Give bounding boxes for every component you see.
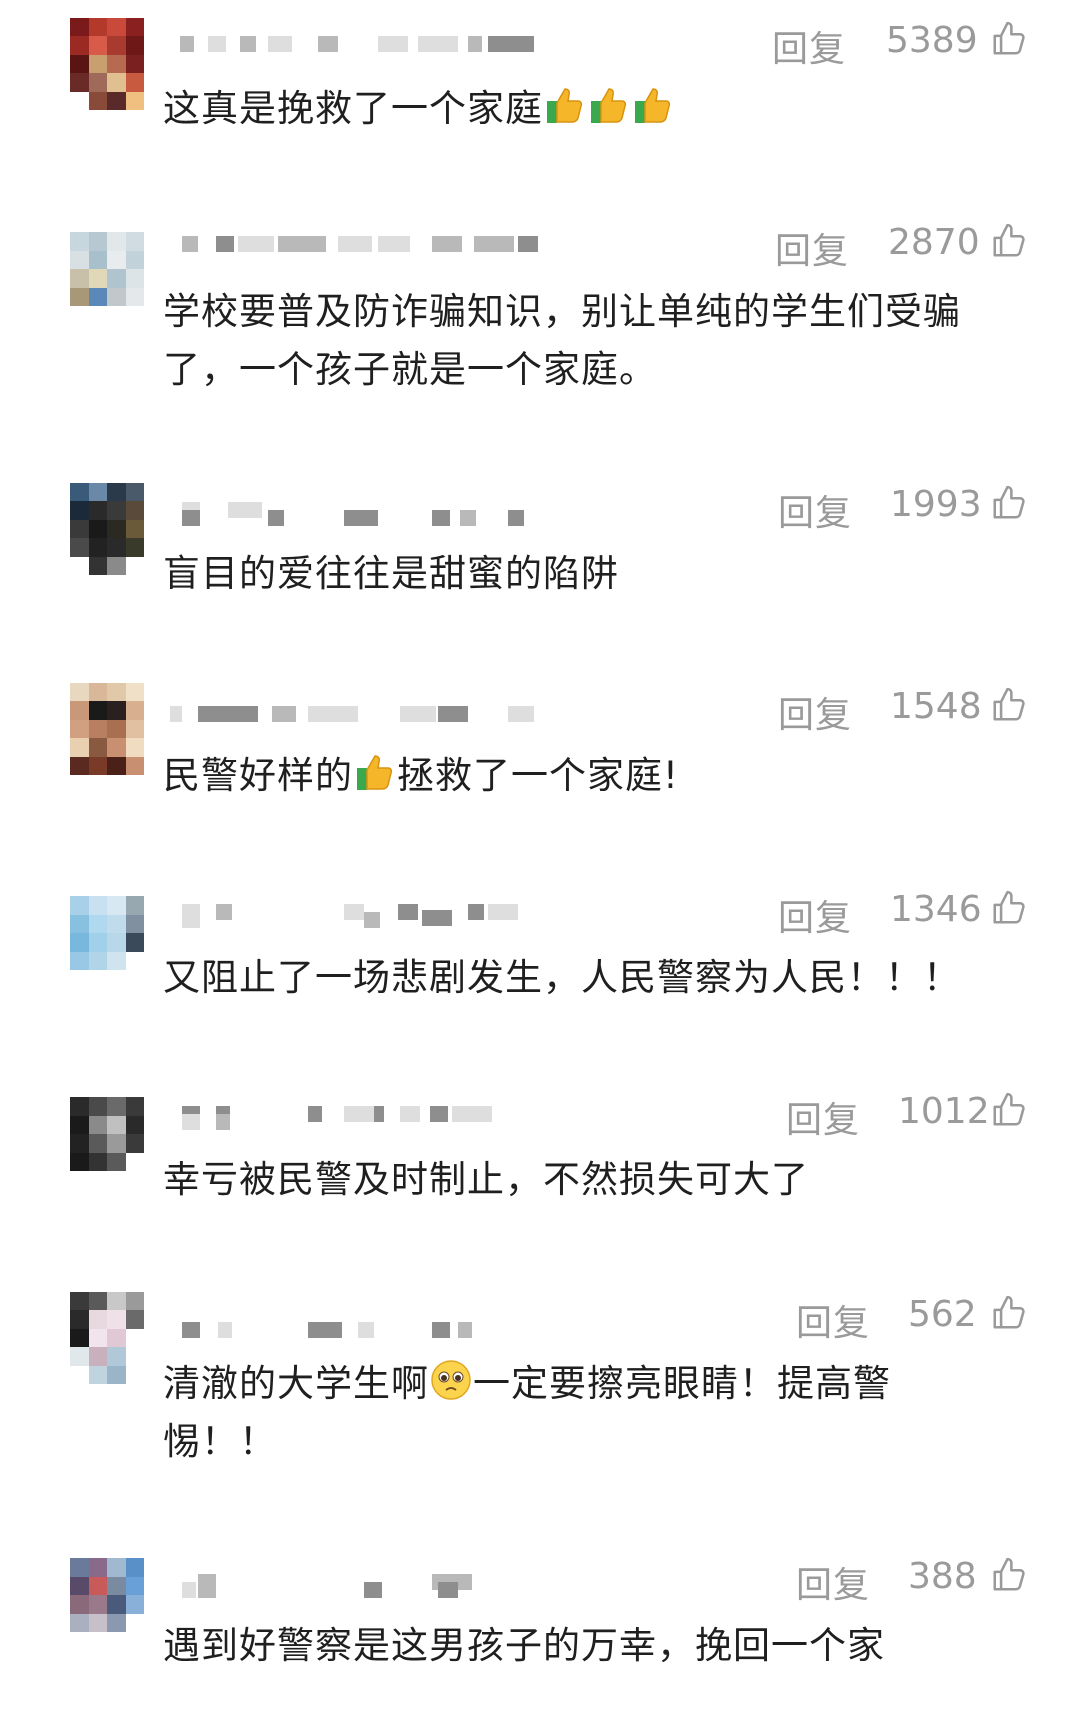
thumbs-up-icon[interactable] <box>990 20 1028 58</box>
comment-text-body: 又阻止了一场悲剧发生，人民警察为人民！！！ <box>163 956 961 999</box>
comment-text-body: 幸亏被民警及时制止，不然损失可大了 <box>163 1158 809 1201</box>
avatar[interactable] <box>70 18 144 110</box>
reply-button[interactable]: 回复 <box>772 20 846 72</box>
thumbs-up-icon <box>591 88 627 123</box>
username-blurred[interactable] <box>168 30 534 56</box>
avatar[interactable] <box>70 1558 144 1632</box>
username-blurred[interactable] <box>168 230 538 256</box>
thumbs-up-icon <box>357 755 393 790</box>
avatar[interactable] <box>70 683 144 775</box>
thumbs-up-icon[interactable] <box>990 686 1028 724</box>
pleading-face-icon <box>431 1360 471 1400</box>
username-blurred[interactable] <box>168 1308 528 1338</box>
username-blurred[interactable] <box>168 1568 528 1598</box>
reply-button[interactable]: 回复 <box>778 484 852 536</box>
thumbs-up-icon <box>547 88 583 123</box>
comment-text: 遇到好警察是这男孩子的万幸，挽回一个家 <box>163 1617 1033 1675</box>
like-count: 388 <box>908 1556 977 1597</box>
reply-button[interactable]: 回复 <box>796 1556 870 1608</box>
comment-text-body: 民警好样的 <box>163 754 353 797</box>
comment-text: 盲目的爱往往是甜蜜的陷阱 <box>163 545 1033 603</box>
comment-text-body: 学校要普及防诈骗知识，别让单纯的学生们受骗了，一个孩子就是一个家庭。 <box>163 290 961 391</box>
reply-button[interactable]: 回复 <box>796 1294 870 1346</box>
comment-text: 幸亏被民警及时制止，不然损失可大了 <box>163 1151 1033 1209</box>
thumbs-up-icon[interactable] <box>990 484 1028 522</box>
like-count: 1012 <box>898 1091 990 1132</box>
comment-text: 又阻止了一场悲剧发生，人民警察为人民！！！ <box>163 949 1033 1007</box>
username-blurred[interactable] <box>168 898 528 928</box>
comment-text-body: 清澈的大学生啊 <box>163 1362 429 1405</box>
thumbs-up-icon[interactable] <box>990 1556 1028 1594</box>
thumbs-up-icon[interactable] <box>990 1294 1028 1332</box>
reply-button[interactable]: 回复 <box>778 889 852 941</box>
comment-text-body: 盲目的爱往往是甜蜜的陷阱 <box>163 552 619 595</box>
username-blurred[interactable] <box>168 1100 528 1130</box>
thumbs-up-icon[interactable] <box>990 222 1028 260</box>
avatar[interactable] <box>70 483 144 575</box>
thumbs-up-icon <box>635 88 671 123</box>
comment-text: 这真是挽救了一个家庭 <box>163 80 1033 138</box>
like-count: 562 <box>908 1294 977 1335</box>
username-blurred[interactable] <box>168 496 528 526</box>
reply-button[interactable]: 回复 <box>775 222 849 274</box>
like-count: 2870 <box>888 222 980 263</box>
comment-text: 清澈的大学生啊 一定要擦亮眼睛！提高警惕！！ <box>163 1355 963 1471</box>
reply-button[interactable]: 回复 <box>778 686 852 738</box>
thumbs-up-icon[interactable] <box>990 889 1028 927</box>
reply-button[interactable]: 回复 <box>786 1091 860 1143</box>
like-count: 1346 <box>890 889 982 930</box>
comment-text-tail: 拯救了一个家庭! <box>397 754 679 797</box>
comment-text-body: 这真是挽救了一个家庭 <box>163 87 543 130</box>
comment-text-body: 遇到好警察是这男孩子的万幸，挽回一个家 <box>163 1624 885 1667</box>
username-blurred[interactable] <box>168 700 534 726</box>
comment-text: 民警好样的 拯救了一个家庭! <box>163 747 1033 805</box>
like-count: 1993 <box>890 484 982 525</box>
avatar[interactable] <box>70 1292 144 1384</box>
comment-text: 学校要普及防诈骗知识，别让单纯的学生们受骗了，一个孩子就是一个家庭。 <box>163 283 1023 399</box>
avatar[interactable] <box>70 896 144 970</box>
like-count: 1548 <box>890 686 982 727</box>
avatar[interactable] <box>70 232 144 306</box>
like-count: 5389 <box>886 20 978 61</box>
avatar[interactable] <box>70 1097 144 1171</box>
thumbs-up-icon[interactable] <box>990 1091 1028 1129</box>
